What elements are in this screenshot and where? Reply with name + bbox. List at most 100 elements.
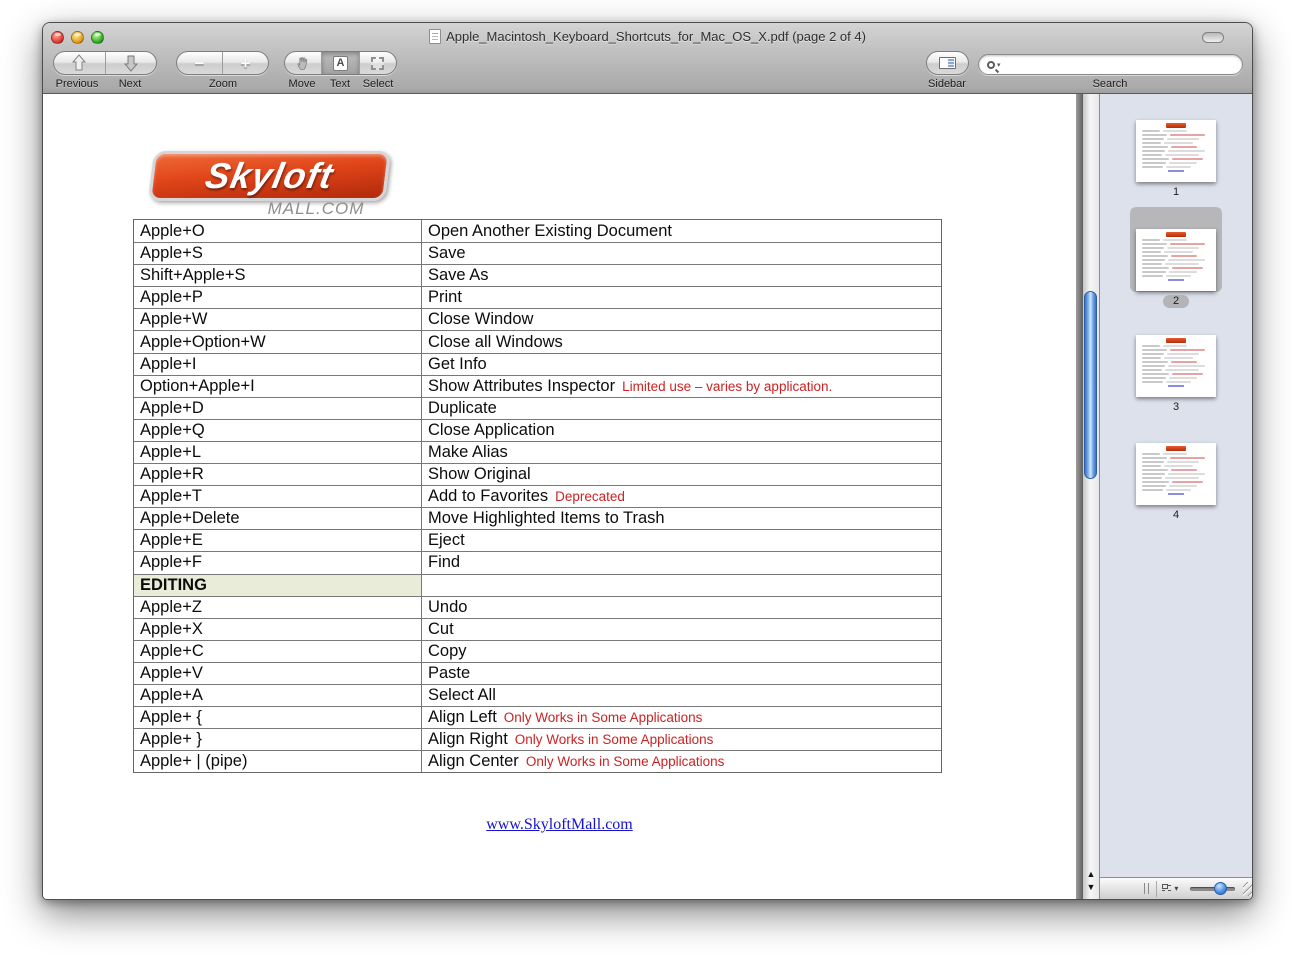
text-tool-button[interactable]: A: [321, 52, 358, 74]
shortcut-note: Limited use – varies by application.: [622, 379, 832, 394]
shortcut-row: Apple+ | (pipe)Align CenterOnly Works in…: [134, 750, 941, 772]
vertical-scrollbar[interactable]: ▲ ▼: [1083, 94, 1100, 899]
hand-icon: [296, 55, 311, 71]
shortcut-action-cell: Save: [422, 244, 941, 263]
shortcut-key-cell: Apple+F: [134, 552, 422, 573]
shortcut-row: Apple+OOpen Another Existing Document: [134, 220, 941, 242]
minimize-button[interactable]: [71, 31, 84, 44]
select-tool-button[interactable]: [359, 52, 396, 74]
shortcut-action-cell: Select All: [422, 686, 941, 705]
shortcut-note: Only Works in Some Applications: [526, 754, 725, 769]
select-label: Select: [363, 78, 394, 90]
text-tool-icon: A: [333, 56, 348, 71]
shortcut-row: Apple+ASelect All: [134, 684, 941, 706]
shortcut-action-cell: Align LeftOnly Works in Some Application…: [422, 708, 941, 727]
thumbnail-image[interactable]: [1136, 443, 1216, 505]
next-label: Next: [119, 78, 142, 90]
shortcut-row: Apple+ {Align LeftOnly Works in Some App…: [134, 706, 941, 728]
thumbnail-page-number: 3: [1173, 401, 1179, 414]
thumbnail-size-slider[interactable]: [1190, 887, 1235, 891]
shortcut-row: Shift+Apple+SSave As: [134, 264, 941, 286]
zoom-label: Zoom: [209, 78, 237, 90]
next-page-button[interactable]: [105, 52, 157, 74]
shortcut-action-cell: Add to FavoritesDeprecated: [422, 487, 941, 506]
plus-icon: +: [241, 55, 251, 72]
page-thumbnail-4[interactable]: 4: [1136, 443, 1216, 522]
thumbnail-page-number: 1: [1173, 186, 1179, 199]
search-field[interactable]: ▾: [978, 54, 1243, 75]
page-thumbnail-3[interactable]: 3: [1136, 335, 1216, 414]
shortcut-table: Apple+OOpen Another Existing DocumentApp…: [133, 219, 942, 773]
text-label: Text: [330, 78, 350, 90]
view-options-icon: [1162, 884, 1171, 893]
pdf-page-view[interactable]: Skyloft MALL.COM Apple+OOpen Another Exi…: [43, 94, 1076, 899]
shortcut-key-cell: Apple+R: [134, 464, 422, 485]
shortcut-key-cell: EDITING: [134, 575, 422, 596]
move-label: Move: [289, 78, 316, 90]
shortcut-row: Apple+RShow Original: [134, 463, 941, 485]
view-options-button[interactable]: ▾: [1162, 884, 1178, 893]
skyloftmall-link[interactable]: www.SkyloftMall.com: [486, 816, 633, 833]
shortcut-key-cell: Option+Apple+I: [134, 376, 422, 397]
shortcut-key-cell: Apple+ }: [134, 729, 422, 750]
page-thumbnail-1[interactable]: 1: [1136, 120, 1216, 199]
shortcut-row: Option+Apple+IShow Attributes InspectorL…: [134, 375, 941, 397]
window-resize-grip[interactable]: [1243, 882, 1252, 896]
shortcut-action-cell: Eject: [422, 531, 941, 550]
footer-link-row: www.SkyloftMall.com: [43, 816, 1076, 834]
slider-knob[interactable]: [1214, 882, 1227, 895]
shortcut-row: Apple+CCopy: [134, 640, 941, 662]
shortcut-note: Only Works in Some Applications: [515, 732, 714, 747]
thumbnail-image[interactable]: [1136, 229, 1216, 291]
shortcut-key-cell: Apple+I: [134, 354, 422, 375]
shortcut-row: Apple+LMake Alias: [134, 441, 941, 463]
zoom-window-button[interactable]: [91, 31, 104, 44]
previous-page-button[interactable]: [54, 52, 105, 74]
shortcut-key-cell: Apple+O: [134, 220, 422, 242]
shortcut-row: Apple+WClose Window: [134, 308, 941, 330]
shortcut-note: Deprecated: [555, 489, 625, 504]
previous-label: Previous: [56, 78, 99, 90]
move-tool-button[interactable]: [285, 52, 321, 74]
select-rect-icon: [371, 57, 384, 70]
shortcut-row: Apple+IGet Info: [134, 353, 941, 375]
down-arrow-icon: [123, 54, 139, 72]
shortcut-action-cell: Cut: [422, 620, 941, 639]
shortcut-row: Apple+QClose Application: [134, 419, 941, 441]
search-icon: [987, 61, 995, 69]
shortcut-note: Only Works in Some Applications: [504, 710, 703, 725]
shortcut-key-cell: Apple+T: [134, 486, 422, 507]
shortcut-key-cell: Apple+Option+W: [134, 331, 422, 352]
shortcut-key-cell: Apple+V: [134, 663, 422, 684]
sidebar-label: Sidebar: [928, 78, 966, 90]
zoom-out-button[interactable]: −: [177, 52, 222, 74]
minus-icon: −: [195, 55, 205, 72]
shortcut-key-cell: Apple+P: [134, 287, 422, 308]
shortcut-action-cell: Show Original: [422, 465, 941, 484]
page-thumbnail-2[interactable]: 2: [1136, 229, 1216, 308]
shortcut-row: Apple+XCut: [134, 618, 941, 640]
scroll-down-arrow[interactable]: ▼: [1083, 881, 1099, 894]
document-icon: [429, 29, 441, 44]
thumbnail-image[interactable]: [1136, 335, 1216, 397]
scrollbar-thumb[interactable]: [1084, 291, 1097, 479]
close-button[interactable]: [51, 31, 64, 44]
shortcut-action-cell: Duplicate: [422, 399, 941, 418]
titlebar[interactable]: Apple_Macintosh_Keyboard_Shortcuts_for_M…: [43, 23, 1252, 50]
search-input[interactable]: [1003, 57, 1234, 73]
shortcut-row: Apple+TAdd to FavoritesDeprecated: [134, 485, 941, 507]
content-gutter: [1076, 94, 1083, 899]
shortcut-action-cell: Print: [422, 288, 941, 307]
shortcut-action-cell: Paste: [422, 664, 941, 683]
shortcut-row: Apple+ZUndo: [134, 596, 941, 618]
window-title: Apple_Macintosh_Keyboard_Shortcuts_for_M…: [446, 29, 866, 44]
zoom-in-button[interactable]: +: [222, 52, 268, 74]
shortcut-action-cell: Align RightOnly Works in Some Applicatio…: [422, 730, 941, 749]
drag-handle-icon[interactable]: [1144, 883, 1150, 894]
thumbnail-image[interactable]: [1136, 120, 1216, 182]
shortcut-action-cell: Close all Windows: [422, 333, 941, 352]
shortcut-row: Apple+ }Align RightOnly Works in Some Ap…: [134, 728, 941, 750]
toolbar-toggle-pill[interactable]: [1202, 32, 1224, 43]
sidebar-button[interactable]: [926, 51, 969, 75]
scroll-up-arrow[interactable]: ▲: [1083, 868, 1099, 881]
